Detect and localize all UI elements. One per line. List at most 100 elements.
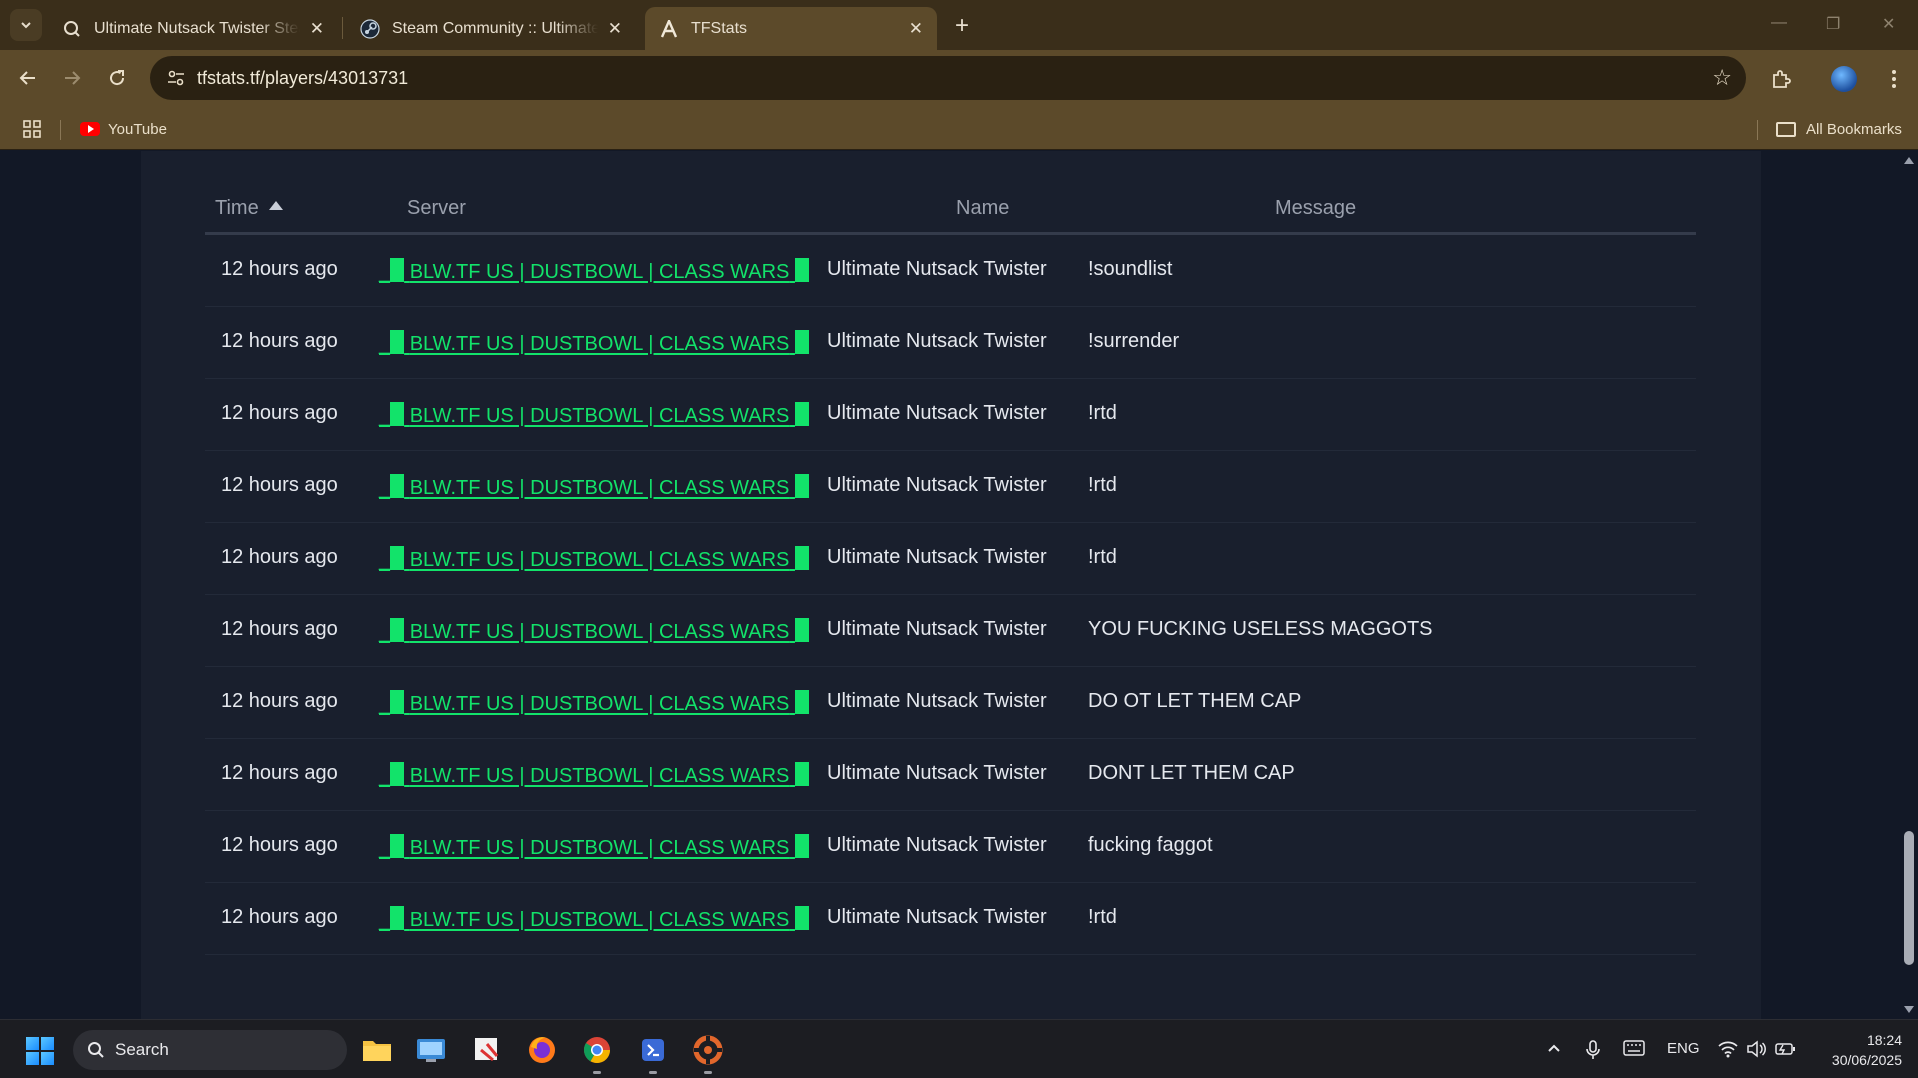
battery-icon[interactable] — [1775, 1040, 1797, 1062]
wifi-icon[interactable] — [1718, 1040, 1738, 1062]
cell-time: 12 hours ago — [221, 762, 338, 784]
page-scrollbar[interactable] — [1900, 151, 1918, 1019]
bookmark-divider — [1757, 120, 1758, 140]
windows-start-icon[interactable] — [26, 1037, 54, 1065]
url-text[interactable]: tfstats.tf/players/43013731 — [197, 68, 408, 89]
firefox-icon[interactable] — [525, 1033, 559, 1067]
site-settings-icon[interactable] — [164, 66, 188, 90]
system-clock[interactable]: 18:24 30/06/2025 — [1812, 1030, 1902, 1070]
active-app-indicator — [649, 1071, 657, 1074]
server-block-glyph — [390, 690, 405, 714]
scroll-up-arrow-icon[interactable] — [1904, 157, 1914, 164]
tab-steam-profile[interactable]: Ultimate Nutsack Twister Steam ✕ — [48, 7, 338, 50]
control-panel-icon[interactable] — [414, 1033, 448, 1067]
keyboard-icon[interactable] — [1623, 1040, 1645, 1060]
server-block-glyph — [794, 690, 809, 714]
server-link[interactable]: _ BLW.TF US | DUSTBOWL | CLASS WARS — [379, 762, 809, 788]
server-name: BLW.TF US | DUSTBOWL | CLASS WARS — [409, 549, 790, 571]
tab-tfstats[interactable]: TFStats ✕ — [645, 7, 937, 50]
server-link[interactable]: _ BLW.TF US | DUSTBOWL | CLASS WARS — [379, 258, 809, 284]
server-name: BLW.TF US | DUSTBOWL | CLASS WARS — [409, 333, 790, 355]
server-prefix: _ — [379, 333, 391, 355]
browser-tab-bar: Ultimate Nutsack Twister Steam ✕ Steam C… — [0, 0, 1918, 50]
apps-grid-icon[interactable] — [22, 119, 42, 139]
server-link[interactable]: _ BLW.TF US | DUSTBOWL | CLASS WARS — [379, 906, 809, 932]
taskbar-search[interactable]: Search — [73, 1030, 347, 1070]
chrome-icon[interactable] — [580, 1033, 614, 1074]
extensions-puzzle-icon[interactable] — [1765, 63, 1797, 95]
active-app-indicator — [593, 1071, 601, 1074]
server-block-glyph — [794, 402, 809, 426]
table-body: 12 hours ago _ BLW.TF US | DUSTBOWL | CLA… — [205, 235, 1696, 955]
forward-arrow-icon[interactable] — [57, 63, 87, 93]
window-close-icon[interactable]: ✕ — [1882, 14, 1895, 34]
table-row: 12 hours ago _ BLW.TF US | DUSTBOWL | CLA… — [205, 523, 1696, 595]
bookmark-youtube[interactable]: YouTube — [80, 118, 167, 140]
column-header-name[interactable]: Name — [956, 197, 1009, 220]
server-block-glyph — [390, 258, 405, 282]
close-icon[interactable]: ✕ — [909, 19, 923, 39]
tfstats-favicon-icon — [659, 19, 679, 39]
more-menu-icon[interactable] — [1878, 63, 1910, 95]
cell-time: 12 hours ago — [221, 474, 338, 496]
server-name: BLW.TF US | DUSTBOWL | CLASS WARS — [409, 693, 790, 715]
address-bar[interactable]: tfstats.tf/players/43013731 ☆ — [150, 56, 1746, 100]
close-icon[interactable]: ✕ — [310, 19, 324, 39]
table-header: Time Server Name Message — [205, 181, 1696, 235]
server-name: BLW.TF US | DUSTBOWL | CLASS WARS — [409, 765, 790, 787]
cell-time: 12 hours ago — [221, 402, 338, 424]
cell-name: Ultimate Nutsack Twister — [827, 834, 1047, 856]
server-block-glyph — [794, 618, 809, 642]
reload-icon[interactable] — [102, 63, 132, 93]
column-header-message[interactable]: Message — [1275, 197, 1356, 220]
bookmark-star-icon[interactable]: ☆ — [1712, 65, 1732, 91]
cell-time: 12 hours ago — [221, 834, 338, 856]
server-name: BLW.TF US | DUSTBOWL | CLASS WARS — [409, 261, 790, 283]
cell-time: 12 hours ago — [221, 618, 338, 640]
cell-message: !rtd — [1088, 546, 1117, 568]
restore-icon[interactable]: ❐ — [1826, 14, 1840, 34]
tab-title: Steam Community :: Ultimate N — [392, 19, 598, 37]
server-link[interactable]: _ BLW.TF US | DUSTBOWL | CLASS WARS — [379, 690, 809, 716]
table-row: 12 hours ago _ BLW.TF US | DUSTBOWL | CLA… — [205, 739, 1696, 811]
column-header-server[interactable]: Server — [407, 197, 466, 220]
search-favicon-icon — [62, 19, 82, 39]
all-bookmarks-button[interactable]: All Bookmarks — [1776, 118, 1902, 140]
tab-steam-community[interactable]: Steam Community :: Ultimate N ✕ — [346, 7, 636, 50]
server-link[interactable]: _ BLW.TF US | DUSTBOWL | CLASS WARS — [379, 330, 809, 356]
new-tab-plus-icon[interactable]: + — [948, 12, 976, 40]
table-row: 12 hours ago _ BLW.TF US | DUSTBOWL | CLA… — [205, 883, 1696, 955]
server-link[interactable]: _ BLW.TF US | DUSTBOWL | CLASS WARS — [379, 474, 809, 500]
volume-icon[interactable] — [1746, 1040, 1766, 1062]
server-link[interactable]: _ BLW.TF US | DUSTBOWL | CLASS WARS — [379, 402, 809, 428]
server-block-glyph — [794, 330, 809, 354]
server-name: BLW.TF US | DUSTBOWL | CLASS WARS — [409, 909, 790, 931]
server-link[interactable]: _ BLW.TF US | DUSTBOWL | CLASS WARS — [379, 618, 809, 644]
cell-name: Ultimate Nutsack Twister — [827, 474, 1047, 496]
tab-search-chevron-icon[interactable] — [10, 9, 42, 41]
profile-avatar-icon[interactable] — [1831, 66, 1857, 92]
cell-message: !rtd — [1088, 474, 1117, 496]
server-link[interactable]: _ BLW.TF US | DUSTBOWL | CLASS WARS — [379, 546, 809, 572]
scroll-down-arrow-icon[interactable] — [1904, 1006, 1914, 1013]
minimize-icon[interactable]: — — [1771, 14, 1787, 32]
server-link[interactable]: _ BLW.TF US | DUSTBOWL | CLASS WARS — [379, 834, 809, 860]
cell-name: Ultimate Nutsack Twister — [827, 402, 1047, 424]
table-row: 12 hours ago _ BLW.TF US | DUSTBOWL | CLA… — [205, 451, 1696, 523]
visual-studio-code-icon[interactable] — [636, 1033, 670, 1074]
tab-title: Ultimate Nutsack Twister Steam — [94, 19, 300, 37]
snipping-tool-icon[interactable] — [470, 1033, 504, 1067]
scrollbar-thumb[interactable] — [1904, 831, 1914, 965]
tab-separator — [342, 17, 343, 39]
microphone-icon[interactable] — [1586, 1040, 1600, 1064]
cell-time: 12 hours ago — [221, 546, 338, 568]
file-explorer-icon[interactable] — [360, 1033, 394, 1067]
cell-name: Ultimate Nutsack Twister — [827, 546, 1047, 568]
column-header-time[interactable]: Time — [215, 197, 283, 220]
team-fortress-2-icon[interactable] — [691, 1033, 725, 1074]
cell-time: 12 hours ago — [221, 258, 338, 280]
language-indicator[interactable]: ENG — [1667, 1040, 1700, 1057]
back-arrow-icon[interactable] — [13, 63, 43, 93]
tray-chevron-up-icon[interactable] — [1546, 1040, 1562, 1060]
close-icon[interactable]: ✕ — [608, 19, 622, 39]
